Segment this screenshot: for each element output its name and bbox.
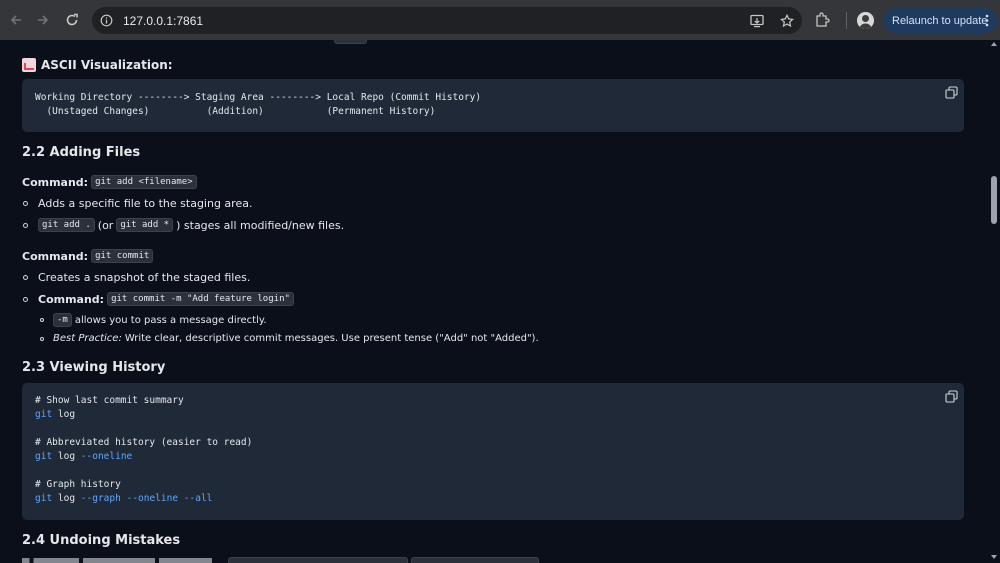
list-item: Creates a snapshot of the staged files. [23, 271, 250, 284]
toolbar-separator [846, 12, 847, 29]
code-comment: # Graph history [35, 479, 121, 490]
scroll-thumb[interactable] [991, 176, 997, 224]
viewing-history-heading: 2.3 Viewing History [22, 360, 166, 375]
command-add-line: Command: git add <filename> [22, 175, 200, 189]
profile-avatar[interactable] [857, 12, 874, 29]
history-code-block: # Show last commit summary git log # Abb… [22, 383, 964, 520]
ascii-code-line-2: (Unstaged Changes) (Addition) (Permanent… [35, 106, 436, 117]
list-item: git add . (or git add * ) stages all mod… [23, 218, 344, 232]
ascii-heading: ASCII Visualization: [22, 58, 173, 72]
bullet-marker [23, 275, 28, 280]
extensions-icon[interactable] [814, 11, 834, 31]
browser-toolbar: 127.0.0.1:7861 Relaunch to update [0, 0, 1000, 40]
list-item: Best Practice: Write clear, descriptive … [40, 333, 539, 344]
list-item: Adds a specific file to the staging area… [23, 197, 252, 210]
inline-code: git commit [91, 249, 154, 263]
code-comment: # Abbreviated history (easier to read) [35, 437, 253, 448]
cut-off-inline-code [228, 557, 408, 563]
bookmark-star-icon[interactable] [777, 11, 796, 30]
menu-dots-icon[interactable] [985, 14, 989, 30]
list-item: Command: git commit -m "Add feature logi… [23, 292, 297, 306]
ascii-code-line-1: Working Directory --------> Staging Area… [35, 92, 482, 103]
back-arrow-icon[interactable] [2, 6, 30, 34]
cut-off-inline-code [334, 40, 367, 44]
page-scrollbar[interactable] [988, 40, 1000, 563]
scroll-up-arrow-icon[interactable] [991, 42, 997, 46]
cut-off-next-line [22, 556, 222, 563]
bullet-marker [40, 336, 44, 341]
copy-icon[interactable] [945, 388, 959, 403]
bullet-marker [23, 201, 28, 206]
code-line: git log --graph --oneline --all [35, 493, 213, 504]
command-commit-line: Command: git commit [22, 249, 156, 263]
reload-icon[interactable] [58, 6, 86, 34]
install-app-icon[interactable] [748, 11, 767, 30]
address-bar[interactable]: 127.0.0.1:7861 [92, 7, 802, 34]
code-line: git log [35, 409, 76, 420]
relaunch-button[interactable]: Relaunch to update [883, 8, 997, 33]
forward-arrow-icon[interactable] [29, 6, 57, 34]
url-text: 127.0.0.1:7861 [123, 13, 204, 28]
adding-files-heading: 2.2 Adding Files [22, 145, 141, 160]
inline-code: git add <filename> [91, 175, 197, 189]
site-info-icon[interactable] [97, 12, 115, 30]
inline-code: git commit -m "Add feature login" [107, 292, 294, 306]
cut-off-inline-code [411, 557, 539, 563]
list-item: -m allows you to pass a message directly… [40, 313, 267, 327]
bullet-marker [23, 296, 28, 302]
inline-code: -m [53, 313, 72, 327]
undoing-mistakes-heading: 2.4 Undoing Mistakes [22, 533, 181, 548]
scroll-down-arrow-icon[interactable] [991, 555, 997, 559]
page-content: ASCII Visualization: Working Directory -… [0, 40, 988, 563]
copy-icon[interactable] [945, 84, 959, 99]
inline-code: git add * [116, 218, 174, 232]
code-line: git log --oneline [35, 451, 133, 462]
inline-code: git add . [38, 218, 95, 232]
relaunch-label: Relaunch to update [892, 14, 988, 27]
chart-emoji-icon [22, 58, 36, 72]
code-comment: # Show last commit summary [35, 395, 184, 406]
bullet-marker [23, 222, 28, 228]
ascii-code-block: Working Directory --------> Staging Area… [22, 79, 964, 132]
bullet-marker [40, 318, 44, 322]
